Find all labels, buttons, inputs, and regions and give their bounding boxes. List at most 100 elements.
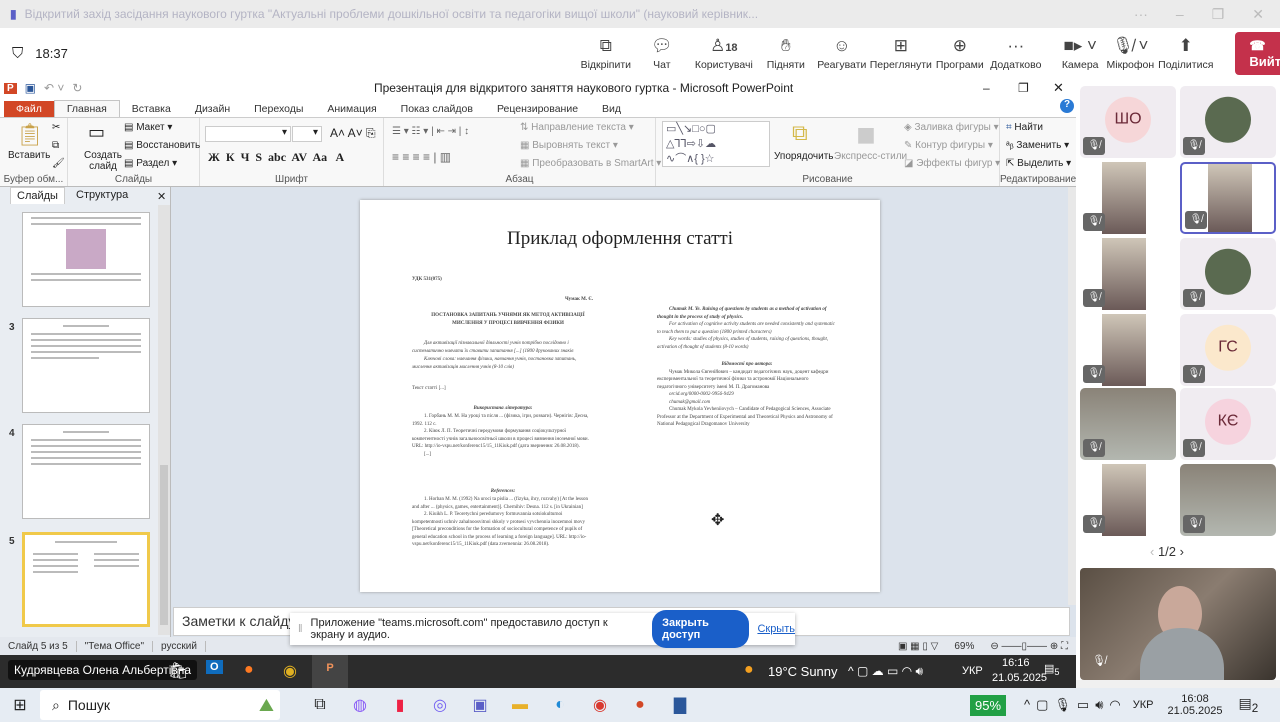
tab-home[interactable]: Главная	[53, 100, 120, 117]
shape-outline-button[interactable]: ✎ Контур фигуры ▾	[904, 140, 993, 151]
more-button[interactable]: ··· Додатково	[990, 36, 1042, 71]
format-painter-icon[interactable]: 🖌︎	[52, 158, 65, 169]
figma-icon[interactable]: ▮	[380, 695, 420, 715]
windows-start-icon[interactable]: ⊞	[0, 695, 40, 715]
weather-text[interactable]: 19°C Sunny	[768, 664, 838, 679]
tab-review[interactable]: Рецензирование	[485, 101, 590, 117]
shapes-gallery[interactable]: ▭╲↘□○▢ △⅂⅂⇨⇩☁ ∿⌒∧{ }☆	[662, 121, 770, 167]
weather-icon[interactable]: ●	[744, 661, 754, 679]
participant-tile[interactable]: ШО 🎙︎̸	[1080, 86, 1176, 158]
maximize-button[interactable]: ❐	[1212, 6, 1225, 23]
view-button[interactable]: ⊞ Переглянути	[870, 36, 932, 71]
tab-slides[interactable]: Слайды	[10, 187, 65, 204]
search-box[interactable]: ⌕ Пошук ⛰	[40, 690, 280, 720]
clock[interactable]: 16:08 21.05.2025	[1167, 693, 1222, 717]
viber-icon[interactable]: ◎	[420, 695, 460, 715]
outlook-icon[interactable]: O	[206, 660, 223, 674]
task-view-icon[interactable]: ⧉	[300, 696, 340, 714]
mic-button[interactable]: 🎙︎̸ ˅ Мікрофон	[1107, 36, 1155, 71]
undo-icon[interactable]: ↶ ˅	[44, 81, 64, 95]
participant-tile[interactable]: 🎙︎̸	[1180, 464, 1276, 536]
view-buttons[interactable]: ▣ ▦ ▯ ▽	[890, 641, 946, 652]
store-icon[interactable]: 🛍︎	[168, 661, 188, 681]
redo-icon[interactable]: ↻	[72, 81, 82, 95]
close-panel-icon[interactable]: ✕	[157, 190, 166, 203]
file-explorer-icon[interactable]: ▬	[500, 696, 540, 714]
slide-thumbnail-5-selected[interactable]	[22, 532, 150, 627]
apps-button[interactable]: ⊕ Програми	[934, 36, 986, 71]
participant-tile[interactable]: 🎙︎̸	[1080, 464, 1176, 536]
cut-icon[interactable]: ✂	[52, 122, 60, 133]
ppt-minimize-button[interactable]: –	[983, 81, 990, 95]
help-icon[interactable]: ?	[1060, 99, 1074, 113]
prev-page-button[interactable]: ‹	[1150, 544, 1158, 559]
leave-button[interactable]: ☎ Вийти	[1235, 31, 1280, 75]
reset-button[interactable]: ▤ Восстановить	[124, 140, 200, 151]
notifications-icon[interactable]: ▤5	[1044, 662, 1060, 677]
drag-handle-icon[interactable]: ‖	[298, 623, 303, 635]
smartart-button[interactable]: ▦ Преобразовать в SmartArt ▾	[520, 158, 661, 169]
next-page-button[interactable]: ›	[1180, 544, 1184, 559]
system-tray-icons[interactable]: ^▢🎙︎▭🔊︎◠	[1024, 697, 1127, 713]
participant-tile[interactable]: 🎙︎̸	[1180, 162, 1276, 234]
arrange-button[interactable]: Упорядочить	[774, 151, 834, 162]
participant-tile[interactable]: ГС 🎙︎̸	[1180, 314, 1276, 386]
tab-slideshow[interactable]: Показ слайдов	[389, 101, 485, 117]
find-button[interactable]: ⌗ Найти	[1006, 122, 1043, 133]
replace-button[interactable]: ᵃᵦ Заменить ▾	[1006, 140, 1069, 151]
self-video[interactable]: 🎙︎̸	[1080, 568, 1276, 680]
minimize-button[interactable]: –	[1176, 6, 1184, 23]
font-name-select[interactable]: ▾	[205, 126, 291, 142]
list-buttons[interactable]: ☰ ▾ ☷ ▾ | ⇤ ⇥ | ↕	[392, 126, 469, 137]
firefox-icon[interactable]: ●	[244, 661, 254, 679]
select-button[interactable]: ⇱ Выделить ▾	[1006, 158, 1071, 169]
tab-file[interactable]: Файл	[4, 101, 54, 117]
unpin-button[interactable]: ⧉ Відкріпити	[580, 36, 632, 71]
layout-button[interactable]: ▤ Макет ▾	[124, 122, 172, 133]
tab-transitions[interactable]: Переходы	[242, 101, 315, 117]
ppt-close-button[interactable]: ✕	[1053, 80, 1064, 96]
slide-thumbnail-2[interactable]	[22, 212, 150, 307]
tab-outline[interactable]: Структура	[70, 187, 134, 203]
edge-icon[interactable]: ◐	[540, 696, 580, 714]
participant-tile[interactable]: 🎙︎̸	[1080, 238, 1176, 310]
ppt-restore-button[interactable]: ❐	[1018, 81, 1029, 95]
shape-fill-button[interactable]: ◈ Заливка фигуры ▾	[904, 122, 999, 133]
align-buttons[interactable]: ≡ ≡ ≡ ≡ | ▥	[392, 150, 451, 164]
chrome-icon[interactable]: ◉	[580, 695, 620, 715]
hide-link[interactable]: Скрыть	[757, 623, 795, 635]
battery-indicator[interactable]: 95%	[970, 694, 1007, 716]
chrome-icon[interactable]: ◉	[283, 661, 297, 681]
share-button[interactable]: ⬆ Поділитися	[1158, 36, 1213, 71]
slide-area-scrollbar[interactable]	[1068, 187, 1076, 605]
zoom-slider[interactable]: ⊖ ——▯—— ⊕ ⛶	[982, 641, 1076, 652]
copy-icon[interactable]: ⧉	[52, 140, 59, 151]
font-size-buttons[interactable]: A˄ A˅ ⎘	[330, 126, 376, 141]
teams-icon[interactable]: ▣	[460, 695, 500, 715]
font-size-select[interactable]: ▾	[292, 126, 322, 142]
raise-hand-button[interactable]: ✋︎ Підняти	[760, 36, 812, 71]
text-direction-button[interactable]: ⇅ Направление текста ▾	[520, 122, 634, 133]
shape-effects-button[interactable]: ◪ Эффекты фигур ▾	[904, 158, 1000, 169]
tab-animations[interactable]: Анимация	[315, 101, 388, 117]
stop-sharing-button[interactable]: Закрыть доступ	[652, 610, 750, 648]
participant-tile[interactable]: 🎙︎̸	[1180, 238, 1276, 310]
quick-styles-button[interactable]: Экспресс-стили	[834, 151, 907, 162]
word-icon[interactable]: ▇	[660, 695, 700, 715]
slide-canvas[interactable]: Приклад оформлення статті УДК 531(075) Ч…	[360, 200, 880, 592]
close-button[interactable]: ✕	[1252, 6, 1264, 23]
tab-insert[interactable]: Вставка	[120, 101, 183, 117]
notifications-icon[interactable]: ▤2	[1239, 695, 1259, 715]
save-icon[interactable]: ▣	[25, 81, 36, 95]
copilot-icon[interactable]: ◍	[340, 695, 380, 715]
powerpoint-icon[interactable]: P	[312, 655, 348, 688]
participant-tile[interactable]: КЄ 🎙︎̸	[1180, 388, 1276, 460]
powerpoint-icon[interactable]: ●	[620, 696, 660, 714]
language-indicator[interactable]: УКР	[962, 665, 983, 677]
chat-button[interactable]: 💬︎ Чат	[636, 36, 688, 71]
section-button[interactable]: ▤ Раздел ▾	[124, 158, 177, 169]
paste-button[interactable]: Вставить	[8, 150, 50, 161]
panel-scrollbar[interactable]	[158, 205, 170, 635]
slide-thumbnail-3[interactable]	[22, 318, 150, 413]
font-format-buttons[interactable]: Ж К Ч S abc AV Aa A	[208, 150, 344, 165]
